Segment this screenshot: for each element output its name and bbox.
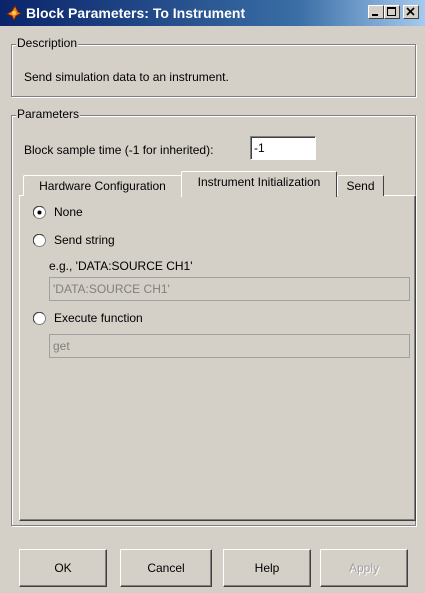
- cancel-button[interactable]: Cancel: [120, 549, 212, 587]
- maximize-button[interactable]: [384, 5, 400, 19]
- tab-send-label: Send: [346, 179, 375, 193]
- none-radio-option[interactable]: None: [33, 205, 113, 221]
- ok-button[interactable]: OK: [19, 549, 107, 587]
- send-string-radio-option[interactable]: Send string: [33, 233, 153, 249]
- tab-instrument-initialization[interactable]: Instrument Initialization: [181, 171, 337, 197]
- title-bar[interactable]: Block Parameters: To Instrument: [0, 0, 425, 26]
- parameters-group-label: Parameters: [16, 107, 81, 121]
- tab-hardware-configuration-label: Hardware Configuration: [39, 179, 166, 193]
- tab-instrument-initialization-label: Instrument Initialization: [197, 175, 321, 189]
- cancel-button-label: Cancel: [147, 561, 185, 575]
- description-text: Send simulation data to an instrument.: [24, 70, 229, 84]
- send-string-radio-label: Send string: [54, 233, 115, 247]
- tab-send[interactable]: Send: [337, 175, 384, 196]
- sample-time-input[interactable]: [250, 136, 316, 160]
- send-string-example: e.g., 'DATA:SOURCE CH1': [49, 259, 193, 273]
- radio-unselected-icon: [33, 312, 46, 325]
- sample-time-label: Block sample time (-1 for inherited):: [24, 143, 214, 157]
- apply-button-label: Apply: [348, 561, 380, 575]
- window-title: Block Parameters: To Instrument: [26, 5, 246, 21]
- help-button[interactable]: Help: [223, 549, 311, 587]
- close-button[interactable]: [403, 5, 419, 19]
- execute-function-input[interactable]: [49, 334, 410, 358]
- tab-hardware-configuration[interactable]: Hardware Configuration: [23, 175, 182, 196]
- help-button-label: Help: [254, 561, 280, 575]
- apply-button[interactable]: Apply: [320, 549, 408, 587]
- execute-function-radio-label: Execute function: [54, 311, 143, 325]
- radio-selected-icon: [33, 206, 46, 219]
- send-string-input[interactable]: [49, 277, 410, 301]
- minimize-button[interactable]: [368, 5, 384, 19]
- close-icon: [406, 7, 415, 16]
- minimize-icon: [372, 14, 378, 16]
- maximize-icon: [387, 7, 396, 16]
- none-radio-label: None: [54, 205, 83, 219]
- description-group-label: Description: [16, 36, 79, 50]
- simulink-block-icon: [6, 5, 22, 21]
- ok-button-label: OK: [54, 561, 72, 575]
- execute-function-radio-option[interactable]: Execute function: [33, 311, 183, 327]
- radio-unselected-icon: [33, 234, 46, 247]
